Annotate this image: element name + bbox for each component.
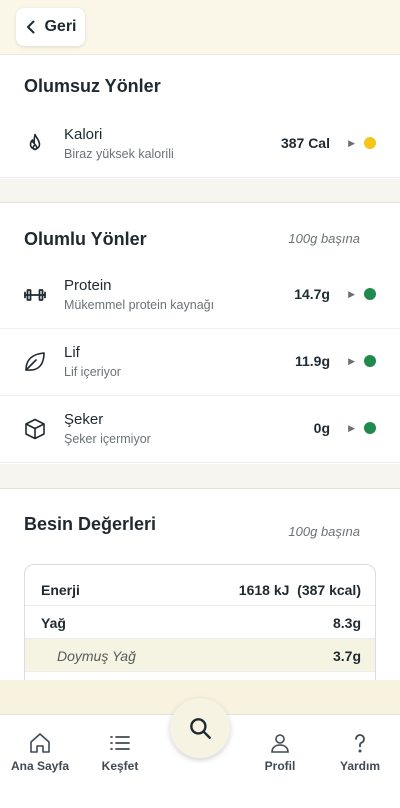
nutrition-section: Besin Değerleri 100g başına Enerji 1618 … xyxy=(0,488,400,681)
nav-label: Ana Sayfa xyxy=(10,759,70,773)
search-icon xyxy=(190,718,211,739)
nav-help[interactable]: Yardım xyxy=(325,731,395,773)
list-item-sugar[interactable]: Şeker Şeker içermiyor 0g ▶ xyxy=(0,396,400,463)
list-item-calories[interactable]: Kalori Biraz yüksek kalorili 387 Cal ▶ xyxy=(0,111,400,178)
row-value: 8.3g xyxy=(332,615,361,631)
positives-title: Olumlu Yönler xyxy=(24,229,147,249)
row-label: Enerji xyxy=(41,582,80,598)
per-100g-label: 100g başına xyxy=(288,231,360,246)
item-value: 14.7g xyxy=(294,286,330,302)
back-button[interactable]: Geri xyxy=(16,8,85,46)
nav-label: Profil xyxy=(264,759,296,773)
row-value: 1618 kJ (387 kcal) xyxy=(238,582,361,598)
item-title: Şeker xyxy=(64,411,104,428)
negatives-section: Olumsuz Yönler Kalori Biraz yüksek kalor… xyxy=(0,54,400,203)
nav-label: Keşfet xyxy=(101,759,139,773)
nav-label: Yardım xyxy=(339,759,381,773)
status-dot xyxy=(364,422,376,434)
flame-icon xyxy=(22,131,48,157)
table-row: Doymuş Yağ 3.7g xyxy=(25,639,375,672)
item-value: 387 Cal xyxy=(280,135,330,151)
table-row: Enerji 1618 kJ (387 kcal) xyxy=(25,573,375,606)
item-title: Kalori xyxy=(64,126,103,143)
dumbbell-icon xyxy=(22,282,48,308)
item-title: Lif xyxy=(64,344,80,361)
nutrition-title: Besin Değerleri xyxy=(24,514,157,534)
user-icon xyxy=(271,734,289,753)
item-subtitle: Lif içeriyor xyxy=(64,365,121,379)
status-dot xyxy=(364,288,376,300)
back-label: Geri xyxy=(44,18,77,35)
item-value: 11.9g xyxy=(294,353,330,369)
expand-arrow-icon: ▶ xyxy=(348,423,355,433)
cube-icon xyxy=(22,416,48,442)
nav-profile[interactable]: Profil xyxy=(245,731,315,773)
per-100g-label: 100g başına xyxy=(288,524,360,539)
positives-section: Olumlu Yönler 100g başına Protein Mükemm… xyxy=(0,202,400,488)
expand-arrow-icon: ▶ xyxy=(348,356,355,366)
row-label: Doymuş Yağ xyxy=(57,648,136,664)
expand-arrow-icon: ▶ xyxy=(348,138,355,148)
list-item-protein[interactable]: Protein Mükemmel protein kaynağı 14.7g ▶ xyxy=(0,262,400,329)
list-icon xyxy=(110,736,130,750)
item-value: 0g xyxy=(313,420,330,436)
item-subtitle: Şeker içermiyor xyxy=(64,432,151,446)
list-item-fiber[interactable]: Lif Lif içeriyor 11.9g ▶ xyxy=(0,329,400,396)
leaf-icon xyxy=(22,349,48,375)
nav-explore[interactable]: Keşfet xyxy=(85,731,155,773)
item-subtitle: Mükemmel protein kaynağı xyxy=(64,298,215,312)
search-button[interactable] xyxy=(170,698,230,758)
row-value: 3.7g xyxy=(332,648,361,664)
table-row: Yağ 8.3g xyxy=(25,606,375,639)
nav-home[interactable]: Ana Sayfa xyxy=(5,731,75,773)
negatives-title: Olumsuz Yönler xyxy=(24,76,161,96)
item-subtitle: Biraz yüksek kalorili xyxy=(64,147,174,161)
nutrition-table: Enerji 1618 kJ (387 kcal) Yağ 8.3g Doymu… xyxy=(24,564,376,681)
section-divider xyxy=(0,464,400,488)
home-icon xyxy=(30,733,50,753)
chevron-left-icon xyxy=(27,20,35,34)
section-divider xyxy=(0,179,400,203)
expand-arrow-icon: ▶ xyxy=(348,289,355,299)
row-label: Yağ xyxy=(41,615,66,631)
status-dot xyxy=(364,355,376,367)
item-title: Protein xyxy=(64,277,112,294)
top-bar: Geri xyxy=(0,0,400,54)
status-dot xyxy=(364,137,376,149)
question-icon xyxy=(355,734,365,753)
